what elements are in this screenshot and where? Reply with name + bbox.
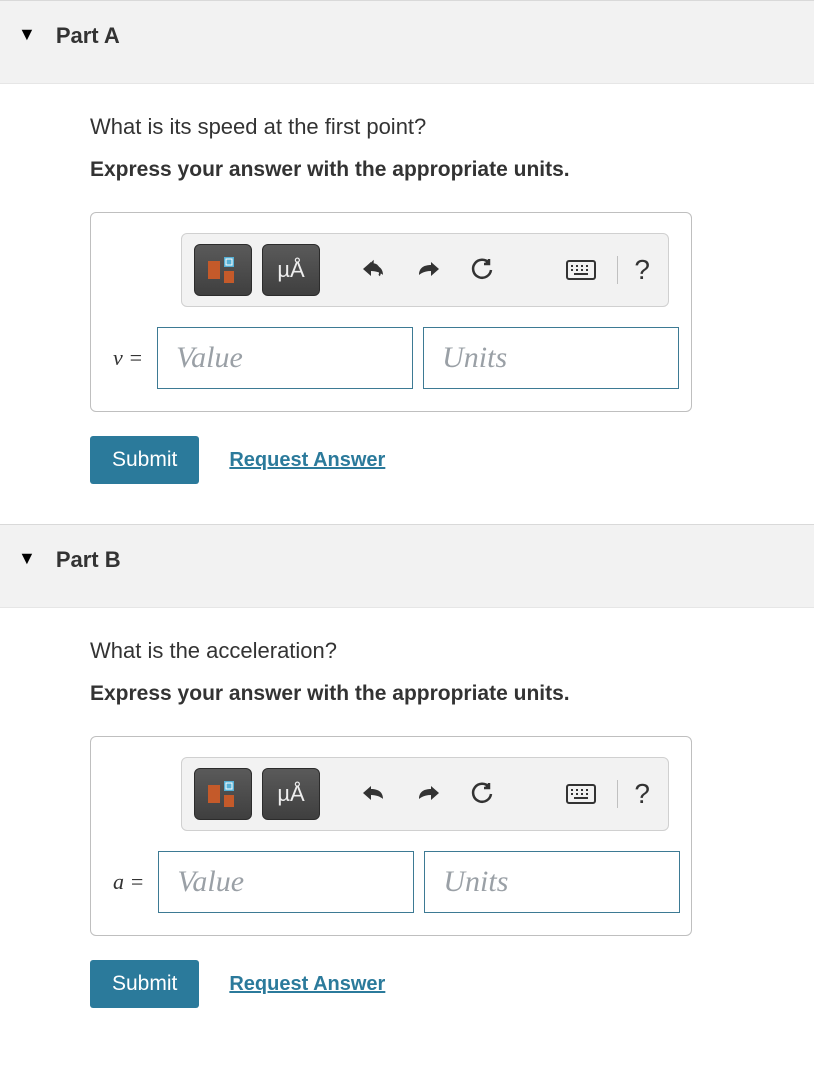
part-a-value-input[interactable] bbox=[157, 327, 413, 389]
part-a-input-row: v = bbox=[113, 327, 669, 389]
part-b-title: Part B bbox=[56, 547, 121, 573]
part-b-request-answer-link[interactable]: Request Answer bbox=[229, 973, 385, 996]
part-a-toolbar: µÅ undo ? bbox=[181, 233, 669, 307]
redo-icon[interactable] bbox=[406, 250, 450, 290]
part-b-toolbar: µÅ ? bbox=[181, 757, 669, 831]
part-a-actions: Submit Request Answer bbox=[90, 436, 794, 484]
toolbar-divider bbox=[617, 780, 618, 808]
part-a-title: Part A bbox=[56, 23, 120, 49]
part-b-submit-button[interactable]: Submit bbox=[90, 960, 199, 1008]
undo-icon[interactable] bbox=[352, 774, 396, 814]
part-a-header[interactable]: ▼ Part A bbox=[0, 0, 814, 84]
part-a-instruction: Express your answer with the appropriate… bbox=[90, 158, 794, 182]
part-b-variable-label: a = bbox=[113, 869, 158, 895]
part-b-units-input[interactable] bbox=[424, 851, 680, 913]
collapse-icon: ▼ bbox=[18, 549, 36, 567]
keyboard-icon[interactable] bbox=[559, 774, 603, 814]
toolbar-divider bbox=[617, 256, 618, 284]
part-a-request-answer-link[interactable]: Request Answer bbox=[229, 449, 385, 472]
part-b-header[interactable]: ▼ Part B bbox=[0, 524, 814, 608]
part-b-body: What is the acceleration? Express your a… bbox=[0, 608, 814, 1048]
part-b-question: What is the acceleration? bbox=[90, 638, 794, 664]
collapse-icon: ▼ bbox=[18, 25, 36, 43]
keyboard-icon[interactable] bbox=[559, 250, 603, 290]
part-b-instruction: Express your answer with the appropriate… bbox=[90, 682, 794, 706]
units-button[interactable]: µÅ bbox=[262, 768, 320, 820]
reset-icon[interactable] bbox=[460, 774, 504, 814]
templates-button[interactable] bbox=[194, 768, 252, 820]
part-b-answer-box: µÅ ? a = bbox=[90, 736, 692, 936]
part-a-variable-label: v = bbox=[113, 345, 157, 371]
reset-icon[interactable] bbox=[460, 250, 504, 290]
help-icon[interactable]: ? bbox=[628, 778, 656, 810]
part-b-input-row: a = bbox=[113, 851, 669, 913]
part-b-value-input[interactable] bbox=[158, 851, 414, 913]
templates-button[interactable] bbox=[194, 244, 252, 296]
part-a-body: What is its speed at the first point? Ex… bbox=[0, 84, 814, 524]
help-icon[interactable]: ? bbox=[628, 254, 656, 286]
part-a-submit-button[interactable]: Submit bbox=[90, 436, 199, 484]
units-button[interactable]: µÅ bbox=[262, 244, 320, 296]
redo-icon[interactable] bbox=[406, 774, 450, 814]
part-a-question: What is its speed at the first point? bbox=[90, 114, 794, 140]
part-a-answer-box: µÅ undo ? v = bbox=[90, 212, 692, 412]
part-a-units-input[interactable] bbox=[423, 327, 679, 389]
part-b-actions: Submit Request Answer bbox=[90, 960, 794, 1008]
